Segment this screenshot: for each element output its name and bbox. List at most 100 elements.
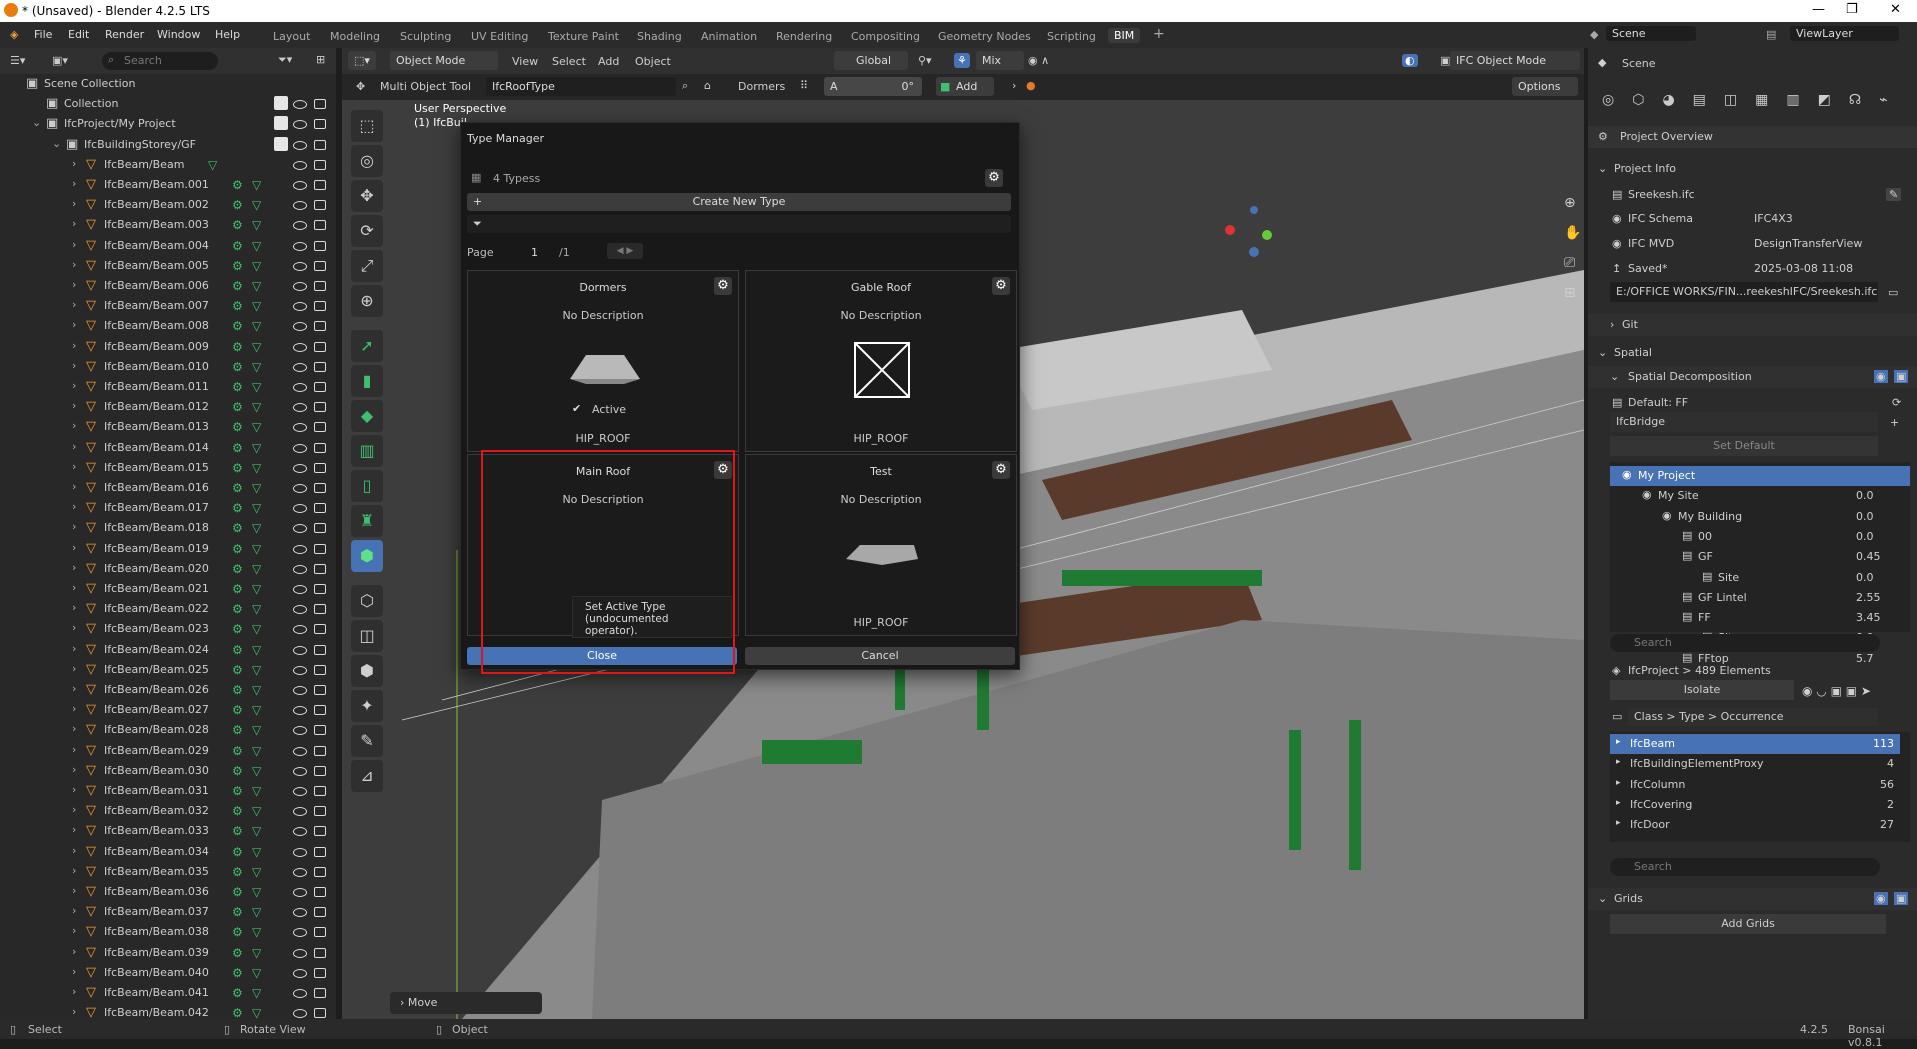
new-collection-icon[interactable]: ⊞ [316,53,325,66]
visibility-eye-icon[interactable] [292,844,307,858]
render-camera-icon[interactable] [312,96,326,110]
modifier-icon[interactable]: ⚙ [232,461,243,475]
mesh-data-icon[interactable]: ▽ [252,744,261,758]
mesh-data-icon[interactable]: ▽ [252,542,261,556]
grouping-dropdown[interactable]: Class > Type > Occurrence [1628,708,1878,726]
scene-selector[interactable]: Scene [1606,26,1696,41]
visibility-eye-icon[interactable] [292,480,307,494]
expand-icon[interactable]: › [1012,79,1016,92]
cancel-button[interactable]: Cancel [745,647,1015,665]
render-camera-icon[interactable] [312,217,326,231]
visibility-eye-icon[interactable] [292,581,307,595]
modifier-icon[interactable]: ⚙ [232,845,243,859]
mesh-data-icon[interactable]: ▽ [252,198,261,212]
project-overview-dropdown[interactable]: ⚙ Project Overview [1588,126,1917,148]
visibility-eye-icon[interactable] [292,884,307,898]
column-tool-icon[interactable]: ▯ [351,470,383,502]
roof-type-dropdown[interactable]: IfcRoofType [486,77,676,96]
outliner-object-row[interactable]: › ▽ IfcBeam/Beam.038 ⚙ ▽ [0,922,336,942]
outliner-object-row[interactable]: › ▽ IfcBeam/Beam.035 ⚙ ▽ [0,862,336,882]
visibility-eye-icon[interactable] [292,702,307,716]
mesh-data-icon[interactable]: ▽ [252,279,261,293]
editor-type-icon[interactable]: ☰▾ [10,54,25,67]
render-camera-icon[interactable] [312,581,326,595]
spatial-tree-row[interactable]: ▤ FF 3.45 [1610,608,1910,628]
tab-scripting[interactable]: Scripting [1047,30,1096,43]
expand-toggle-icon[interactable]: › [72,419,76,432]
expand-arrow-icon[interactable]: ▸ [1616,737,1621,747]
close-window-button[interactable]: ✕ [1890,2,1901,17]
outliner-object-row[interactable]: › ▽ IfcBeam/Beam ▽ [0,155,336,175]
expand-toggle-icon[interactable]: › [72,621,76,634]
menu-help[interactable]: Help [215,28,240,41]
minimize-button[interactable]: — [1812,2,1825,17]
filter-icon[interactable]: ⏷▾ [278,53,292,67]
modifier-icon[interactable]: ⚙ [232,723,243,737]
cursor-icon[interactable]: ◎ [351,145,383,177]
outliner-object-row[interactable]: › ▽ IfcBeam/Beam.011 ⚙ ▽ [0,377,336,397]
add-menu[interactable]: Add [598,55,619,68]
modifier-icon[interactable]: ⚙ [232,885,243,899]
expand-arrow-icon[interactable]: ▸ [1616,818,1621,828]
modifier-icon[interactable]: ⚙ [232,824,243,838]
modifier-icon[interactable]: ⚙ [232,178,243,192]
expand-toggle-icon[interactable]: › [72,399,76,412]
visibility-eye-icon[interactable] [292,177,307,191]
render-camera-icon[interactable] [312,662,326,676]
mesh-data-icon[interactable]: ▽ [252,218,261,232]
visibility-eye-icon[interactable] [292,541,307,555]
render-camera-icon[interactable] [312,298,326,312]
tab-layout[interactable]: Layout [273,30,310,43]
menu-render[interactable]: Render [105,28,144,41]
camera-view-icon[interactable]: ⎚ [1564,255,1575,271]
visibility-eye-icon[interactable] [292,783,307,797]
render-camera-icon[interactable] [312,1005,326,1019]
outliner-object-row[interactable]: › ▽ IfcBeam/Beam.023 ⚙ ▽ [0,619,336,639]
modifier-icon[interactable]: ⚙ [232,986,243,1000]
last-operator-panel[interactable]: › Move [390,992,542,1014]
expand-toggle-icon[interactable]: › [72,278,76,291]
outliner-object-row[interactable]: › ▽ IfcBeam/Beam.040 ⚙ ▽ [0,963,336,983]
render-camera-icon[interactable] [312,500,326,514]
expand-toggle-icon[interactable]: › [72,864,76,877]
page-number[interactable]: 1 [531,246,538,259]
mesh-data-icon[interactable]: ▽ [252,865,261,879]
expand-toggle-icon[interactable]: › [72,904,76,917]
orientation-dropdown[interactable]: Global [834,51,908,70]
visibility-eye-icon[interactable] [292,1005,307,1019]
outliner-object-row[interactable]: › ▽ IfcBeam/Beam.006 ⚙ ▽ [0,276,336,296]
render-camera-icon[interactable] [312,541,326,555]
object-menu[interactable]: Object [635,55,671,68]
ifc-class-row[interactable]: ▸ IfcDoor 27 [1610,815,1900,835]
wall-tool-icon[interactable]: ▮ [351,365,383,397]
expand-toggle-icon[interactable]: › [72,702,76,715]
outliner-object-row[interactable]: › ▽ IfcBeam/Beam.020 ⚙ ▽ [0,559,336,579]
render-camera-icon[interactable] [312,561,326,575]
expand-toggle-icon[interactable]: › [72,238,76,251]
mesh-data-icon[interactable]: ▽ [252,481,261,495]
expand-toggle-icon[interactable]: › [72,318,76,331]
mesh-data-icon[interactable]: ▽ [252,622,261,636]
tab-compositing[interactable]: Compositing [851,30,920,43]
visibility-eye-icon[interactable] [292,116,307,130]
tab-geometry-nodes[interactable]: Geometry Nodes [938,30,1031,43]
visibility-eye-icon[interactable] [292,298,307,312]
outliner-object-row[interactable]: › ▽ IfcBeam/Beam.022 ⚙ ▽ [0,599,336,619]
render-camera-icon[interactable] [312,864,326,878]
transform-icon[interactable]: ⊕ [351,285,383,317]
outliner-object-row[interactable]: › ▽ IfcBeam/Beam.007 ⚙ ▽ [0,296,336,316]
ifc-class-row[interactable]: ▸ IfcBuildingElementProxy 4 [1610,754,1900,774]
tab-animation[interactable]: Animation [701,30,757,43]
grid-tool-icon[interactable]: ✦ [351,690,383,722]
outliner-object-row[interactable]: › ▽ IfcBeam/Beam.028 ⚙ ▽ [0,720,336,740]
outliner-object-row[interactable]: › ▽ IfcBeam/Beam.013 ⚙ ▽ [0,417,336,437]
mesh-data-icon[interactable]: ▽ [252,562,261,576]
outliner-object-row[interactable]: › ▽ IfcBeam/Beam.019 ⚙ ▽ [0,539,336,559]
spatial-panel[interactable]: ⌄ Spatial [1588,342,1917,364]
render-camera-icon[interactable] [312,419,326,433]
options-dropdown[interactable]: Options [1512,77,1578,96]
mesh-data-icon[interactable]: ▽ [252,582,261,596]
expand-arrow-icon[interactable]: ▸ [1616,757,1621,767]
expand-toggle-icon[interactable]: › [72,682,76,695]
outliner-collection-row[interactable]: ⌄ ▣ IfcBuildingStorey/GF [0,135,336,155]
